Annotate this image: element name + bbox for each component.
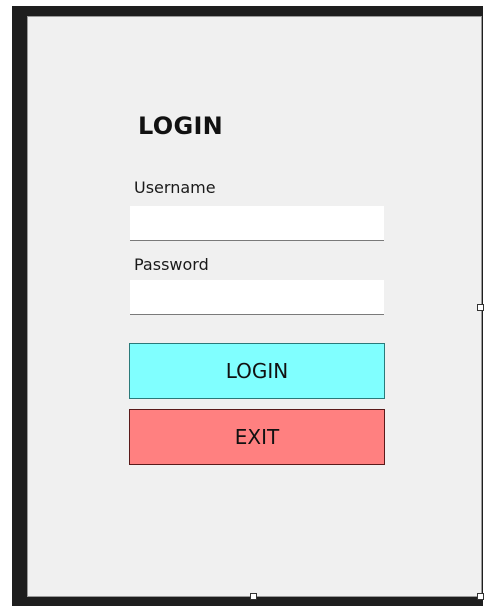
resize-handle-right[interactable] — [477, 304, 484, 311]
resize-handle-corner[interactable] — [477, 593, 484, 600]
exit-button[interactable]: EXIT — [129, 409, 385, 465]
page-title: LOGIN — [138, 112, 224, 140]
login-button[interactable]: LOGIN — [129, 343, 385, 399]
password-field[interactable] — [130, 280, 384, 315]
username-label: Username — [134, 178, 216, 197]
resize-handle-bottom[interactable] — [250, 593, 257, 600]
username-field[interactable] — [130, 206, 384, 241]
password-label: Password — [134, 255, 209, 274]
